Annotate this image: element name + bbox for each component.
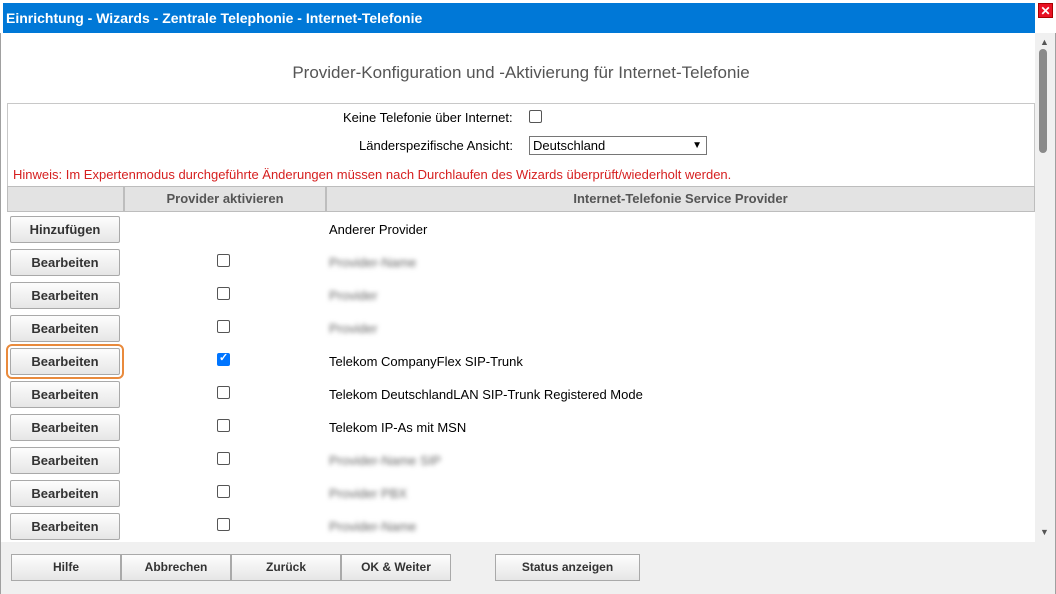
table-header: Provider aktivieren Internet-Telefonie S… (7, 186, 1035, 212)
header-service-provider: Internet-Telefonie Service Provider (326, 186, 1035, 212)
provider-name: Telekom DeutschlandLAN SIP-Trunk Registe… (329, 387, 643, 402)
provider-name: Anderer Provider (329, 222, 428, 237)
provider-name: Provider-Name SIP (329, 453, 441, 468)
activate-provider-checkbox[interactable] (217, 287, 230, 300)
activate-provider-checkbox[interactable] (217, 485, 230, 498)
country-select[interactable]: Deutschland ▼ (529, 136, 707, 155)
hint-message: Hinweis: Im Expertenmodus durchgeführte … (13, 167, 732, 182)
edit-provider-button[interactable]: Bearbeiten (10, 447, 120, 474)
provider-name: Provider (329, 321, 378, 336)
edit-provider-button[interactable]: Bearbeiten (10, 381, 120, 408)
settings-panel: Keine Telefonie über Internet: Länderspe… (7, 103, 1035, 187)
edit-provider-button[interactable]: Bearbeiten (10, 414, 120, 441)
show-status-button[interactable]: Status anzeigen (495, 554, 640, 581)
activate-provider-checkbox[interactable] (217, 320, 230, 333)
page-title: Provider-Konfiguration und -Aktivierung … (292, 63, 750, 82)
provider-name: Telekom CompanyFlex SIP-Trunk (329, 354, 523, 369)
activate-provider-checkbox[interactable] (217, 419, 230, 432)
chevron-down-icon: ▼ (692, 140, 702, 151)
activate-provider-checkbox[interactable] (217, 254, 230, 267)
footer-toolbar: Hilfe Abbrechen Zurück OK & Weiter Statu… (1, 542, 1053, 593)
country-view-label: Länderspezifische Ansicht: (359, 138, 513, 153)
header-actions (7, 186, 124, 212)
header-activate-provider: Provider aktivieren (124, 186, 326, 212)
activate-provider-checkbox[interactable] (217, 518, 230, 531)
provider-name: Provider PBX (329, 486, 408, 501)
add-provider-button[interactable]: Hinzufügen (10, 216, 120, 243)
no-internet-telephony-label: Keine Telefonie über Internet: (343, 110, 513, 125)
activate-provider-checkbox[interactable] (217, 386, 230, 399)
provider-name: Provider-Name (329, 255, 417, 270)
help-button[interactable]: Hilfe (11, 554, 121, 581)
country-select-value: Deutschland (533, 138, 606, 153)
edit-provider-button[interactable]: Bearbeiten (10, 249, 120, 276)
activate-provider-checkbox[interactable] (217, 351, 230, 366)
provider-name: Provider (329, 288, 378, 303)
edit-provider-button[interactable]: Bearbeiten (10, 282, 120, 309)
dialog-content: Provider-Konfiguration und -Aktivierung … (1, 33, 1035, 542)
edit-provider-button[interactable]: Bearbeiten (6, 344, 124, 379)
cancel-button[interactable]: Abbrechen (121, 554, 231, 581)
close-button[interactable]: ✕ (1038, 3, 1053, 18)
provider-name: Provider-Name (329, 519, 417, 534)
activate-provider-checkbox[interactable] (217, 452, 230, 465)
no-internet-telephony-checkbox[interactable] (529, 110, 542, 123)
window-title: Einrichtung - Wizards - Zentrale Telepho… (3, 3, 1035, 33)
back-button[interactable]: Zurück (231, 554, 341, 581)
window-titlebar: Einrichtung - Wizards - Zentrale Telepho… (0, 0, 1056, 33)
ok-next-button[interactable]: OK & Weiter (341, 554, 451, 581)
edit-provider-button[interactable]: Bearbeiten (10, 480, 120, 507)
edit-provider-button[interactable]: Bearbeiten (10, 513, 120, 540)
scroll-down-icon[interactable]: ▼ (1040, 527, 1049, 537)
provider-name: Telekom IP-As mit MSN (329, 420, 467, 435)
scroll-thumb[interactable] (1039, 49, 1047, 153)
vertical-scrollbar[interactable]: ▲ ▼ (1036, 33, 1053, 542)
scroll-up-icon[interactable]: ▲ (1040, 37, 1049, 47)
edit-provider-button[interactable]: Bearbeiten (10, 315, 120, 342)
